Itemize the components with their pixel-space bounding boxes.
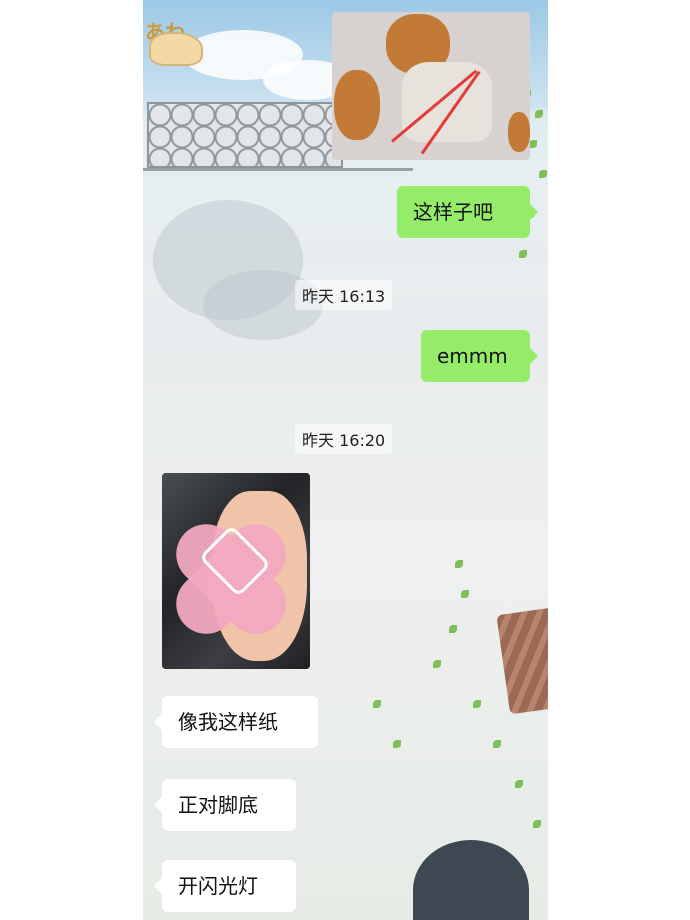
dog-image	[334, 70, 380, 140]
timestamp: 昨天 16:20	[295, 424, 393, 454]
outgoing-image-message[interactable]	[332, 12, 530, 160]
outgoing-text-message[interactable]: 这样子吧	[397, 186, 538, 238]
wallpaper-cat	[149, 32, 203, 66]
timestamp: 昨天 16:13	[295, 280, 393, 310]
wallpaper-roof	[496, 605, 548, 715]
outgoing-text-message[interactable]: emmm	[421, 330, 538, 382]
incoming-text-message[interactable]: 开闪光灯	[154, 860, 296, 912]
incoming-text-message[interactable]: 正对脚底	[154, 779, 296, 831]
wallpaper-wall-line	[143, 168, 413, 171]
incoming-image-message[interactable]	[162, 473, 310, 669]
dog-image	[508, 112, 530, 152]
chat-screen: あわ 这样子吧 昨天 16:13 emmm 昨天 16:2	[143, 0, 548, 920]
incoming-text-message[interactable]: 像我这样纸	[154, 696, 318, 748]
wallpaper-lattice-window	[147, 102, 343, 168]
wallpaper-bag	[413, 840, 529, 920]
